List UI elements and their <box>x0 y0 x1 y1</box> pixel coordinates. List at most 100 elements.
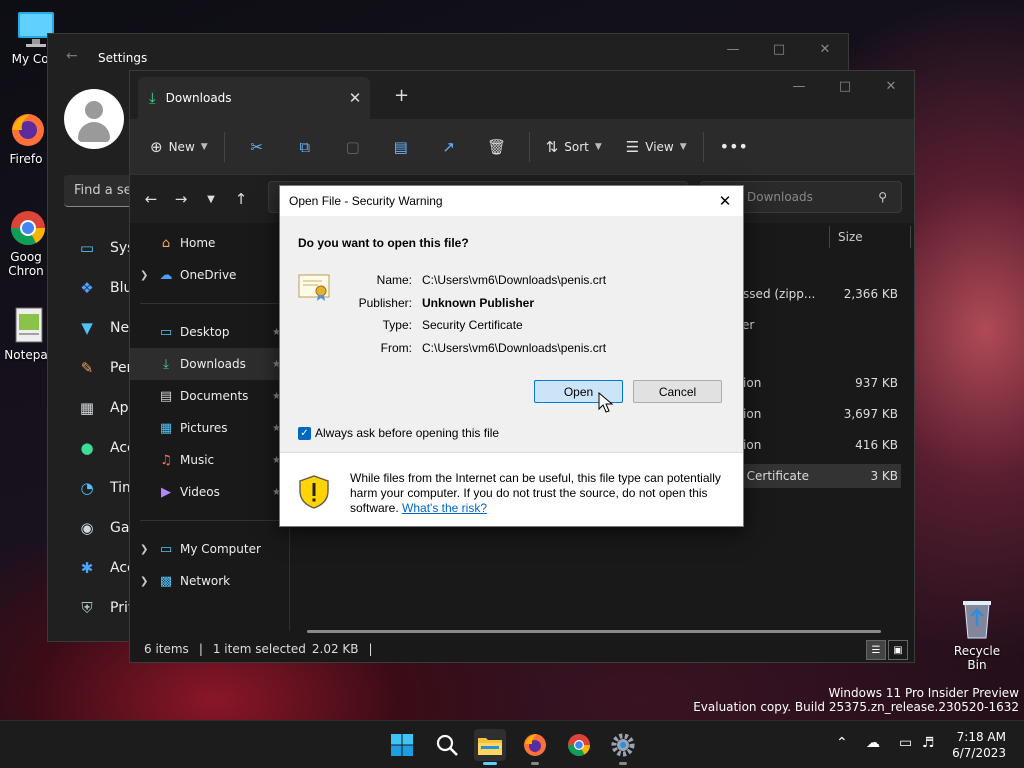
sidebar-label: OneDrive <box>180 268 237 282</box>
size-header-label: Size <box>838 230 863 244</box>
taskbar-firefox[interactable] <box>519 729 551 765</box>
always-ask-checkbox[interactable]: ✓ Always ask before opening this file <box>298 426 499 440</box>
taskbar-file-explorer[interactable] <box>474 729 506 765</box>
close-icon[interactable]: ✕ <box>802 34 848 64</box>
file-explorer-icon <box>478 738 502 755</box>
chevron-right-icon[interactable]: ❯ <box>140 544 158 555</box>
tab-downloads[interactable]: ⤓ Downloads ✕ <box>138 77 370 119</box>
chevron-up-icon[interactable]: ⌃ <box>836 735 848 751</box>
sidebar-item-documents[interactable]: ▤ Documents ★ <box>130 380 289 412</box>
new-tab-icon[interactable]: + <box>394 85 409 106</box>
sidebar-item-downloads[interactable]: ⤓ Downloads ★ <box>130 348 289 380</box>
maximize-icon[interactable]: □ <box>756 34 802 64</box>
sidebar-label: Desktop <box>180 325 230 339</box>
network-disconnected-icon[interactable]: ☁ <box>866 735 880 751</box>
chrome-icon <box>568 734 590 756</box>
column-divider <box>910 226 911 248</box>
up-arrow-icon[interactable]: ↑ <box>226 190 256 208</box>
sidebar-item-videos[interactable]: ▶ Videos ★ <box>130 476 289 508</box>
file-row-selected[interactable]: ty Certificate 3 KB <box>731 464 901 488</box>
from-label: From: <box>380 341 412 355</box>
network-icon: ▩ <box>159 573 173 589</box>
toolbar-divider <box>702 131 704 162</box>
back-arrow-icon[interactable]: ← <box>66 48 78 64</box>
status-separator: | <box>198 642 203 656</box>
chevron-right-icon[interactable]: ❯ <box>140 270 158 281</box>
file-row[interactable]: lder <box>731 313 901 337</box>
sidebar-item-home[interactable]: ⌂ Home <box>130 227 289 259</box>
recycle-bin-label: Recycle Bin <box>953 644 1001 672</box>
avatar[interactable] <box>64 89 124 149</box>
sidebar-item-pictures[interactable]: ▦ Pictures ★ <box>130 412 289 444</box>
computer-icon: ▭ <box>159 541 173 557</box>
active-indicator <box>483 762 497 765</box>
gaming-icon: ◉ <box>80 519 94 537</box>
sidebar-item-desktop[interactable]: ▭ Desktop ★ <box>130 316 289 348</box>
share-icon[interactable]: ↗ <box>425 138 473 156</box>
horizontal-scrollbar[interactable] <box>307 630 881 633</box>
name-value: C:\Users\vm6\Downloads\penis.crt <box>422 273 607 287</box>
sidebar-item-my-computer[interactable]: ❯ ▭ My Computer <box>130 533 289 565</box>
sidebar-item-network[interactable]: ❯ ▩ Network <box>130 565 289 597</box>
rename-icon[interactable]: ▤ <box>377 138 425 156</box>
tiles-view-icon[interactable]: ▣ <box>888 640 908 660</box>
volume-icon[interactable]: ♬ <box>922 735 935 751</box>
file-row[interactable]: ation 3,697 KB <box>731 402 901 426</box>
file-row[interactable]: ressed (zipp... 2,366 KB <box>731 282 901 306</box>
settings-icon <box>611 733 635 757</box>
cut-icon[interactable]: ✂ <box>233 138 281 156</box>
checkmark-icon[interactable]: ✓ <box>298 426 311 440</box>
desktop-icon-notepad[interactable]: Notepa <box>4 306 48 362</box>
back-arrow-icon[interactable]: ← <box>136 190 166 208</box>
from-value: C:\Users\vm6\Downloads\penis.crt <box>422 341 607 355</box>
search-icon <box>436 734 458 756</box>
system-clock[interactable]: 7:18 AM 6/7/2023 <box>952 729 1006 761</box>
download-icon: ⤓ <box>163 356 169 372</box>
desktop-icon-chrome[interactable]: Goog Chron <box>4 208 48 278</box>
sidebar-item-music[interactable]: ♫ Music ★ <box>130 444 289 476</box>
copy-icon[interactable]: ⧉ <box>281 138 329 156</box>
layout-toggle: ☰ ▣ <box>866 640 908 660</box>
desktop-folder-icon: ▭ <box>159 324 173 340</box>
sidebar-label: Downloads <box>180 357 246 371</box>
details-view-icon[interactable]: ☰ <box>866 640 886 660</box>
file-row[interactable]: ation 937 KB <box>731 371 901 395</box>
file-row[interactable]: ation 416 KB <box>731 433 901 457</box>
clock-date: 6/7/2023 <box>952 746 1006 760</box>
cancel-button[interactable]: Cancel <box>633 380 722 403</box>
cloud-icon: ☁ <box>159 267 173 283</box>
maximize-icon[interactable]: □ <box>822 71 868 101</box>
command-bar: ⊕ New ▼ ✂ ⧉ ▢ ▤ ↗ 🗑 ⇅ Sort ▼ ☰ View ▼ ••… <box>130 119 914 175</box>
taskbar-chrome[interactable] <box>563 729 595 761</box>
system-icon: ▭ <box>79 239 95 257</box>
publisher-value: Unknown Publisher <box>422 296 535 310</box>
close-tab-icon[interactable]: ✕ <box>340 89 370 107</box>
whats-the-risk-link[interactable]: What's the risk? <box>402 501 487 515</box>
start-button[interactable] <box>386 729 418 761</box>
desktop-icon-firefox[interactable]: Firefo <box>4 110 48 166</box>
chevron-right-icon[interactable]: ❯ <box>140 576 158 587</box>
minimize-icon[interactable]: — <box>710 34 756 64</box>
forward-arrow-icon[interactable]: → <box>166 190 196 208</box>
view-button[interactable]: ☰ View ▼ <box>618 129 695 165</box>
paste-icon[interactable]: ▢ <box>329 138 377 156</box>
close-icon[interactable]: ✕ <box>713 189 737 213</box>
more-options-icon[interactable]: ••• <box>712 129 756 165</box>
watermark-edition: Windows 11 Pro Insider Preview <box>828 686 1019 700</box>
size-column-header[interactable]: Size <box>829 223 911 251</box>
start-icon <box>391 734 413 756</box>
sidebar-item-onedrive[interactable]: ❯ ☁ OneDrive <box>130 259 289 291</box>
new-button[interactable]: ⊕ New ▼ <box>142 129 216 165</box>
recent-locations-chevron-icon[interactable]: ▼ <box>196 194 226 205</box>
taskbar-search-button[interactable] <box>431 729 463 761</box>
sort-button[interactable]: ⇅ Sort ▼ <box>538 129 610 165</box>
display-icon[interactable]: ▭ <box>899 735 912 751</box>
new-label: New <box>168 139 195 154</box>
mouse-cursor-icon <box>598 391 614 414</box>
desktop-icon-recycle-bin[interactable]: Recycle Bin <box>944 598 1010 672</box>
close-icon[interactable]: ✕ <box>868 71 914 101</box>
notepad-icon <box>6 306 46 346</box>
minimize-icon[interactable]: — <box>776 71 822 101</box>
delete-icon[interactable]: 🗑 <box>473 138 521 156</box>
taskbar-settings[interactable] <box>607 729 639 765</box>
